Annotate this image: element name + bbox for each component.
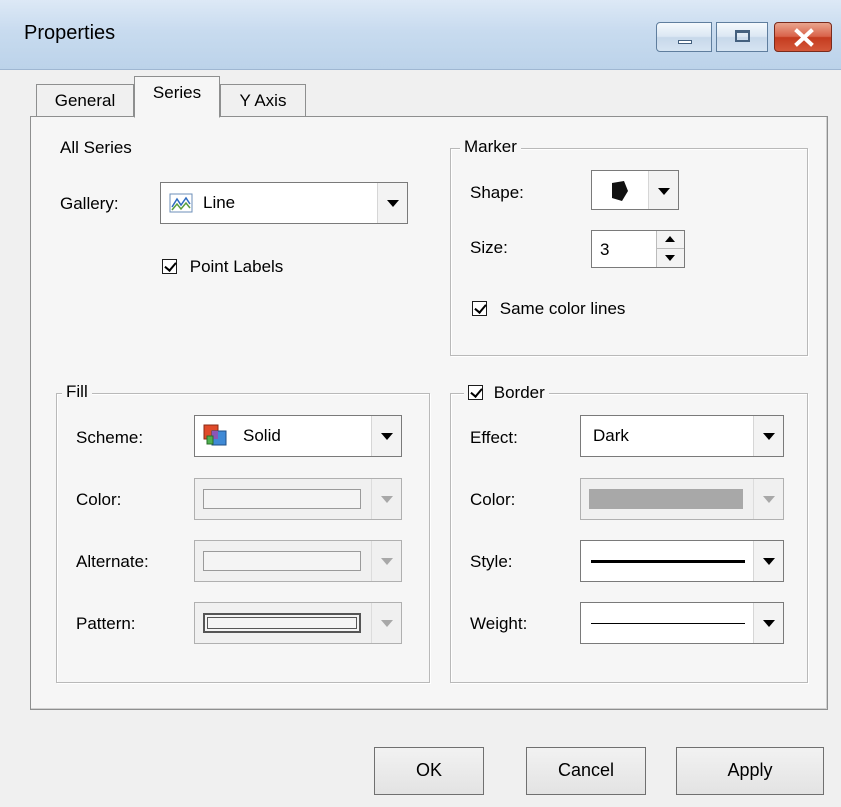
border-legend: Border: [493, 382, 545, 402]
fill-legend: Fill: [62, 382, 92, 402]
effect-label: Effect:: [470, 428, 518, 447]
shape-select[interactable]: [591, 170, 679, 210]
gallery-select[interactable]: Line: [160, 182, 408, 224]
effect-select[interactable]: Dark: [580, 415, 784, 457]
solid-fill-icon: [203, 424, 227, 446]
apply-button[interactable]: Apply: [676, 747, 824, 795]
tab-series[interactable]: Series: [134, 76, 220, 118]
chevron-down-icon: [371, 416, 401, 456]
checkbox-icon: [472, 301, 487, 317]
chevron-down-icon: [648, 171, 678, 209]
alternate-color-swatch: [203, 551, 361, 571]
chevron-down-icon: [665, 255, 675, 261]
maximize-icon: [735, 30, 750, 42]
spin-down-button[interactable]: [656, 249, 684, 267]
chevron-down-icon: [753, 541, 783, 581]
line-style-swatch: [591, 560, 745, 563]
same-color-lines-label: Same color lines: [499, 298, 626, 318]
gallery-value: Line: [203, 193, 236, 212]
close-icon: [794, 28, 814, 47]
size-value: 3: [600, 240, 610, 259]
marker-legend: Marker: [460, 137, 521, 157]
chevron-down-icon: [371, 479, 401, 519]
point-labels-checkbox[interactable]: Point Labels: [162, 256, 283, 277]
weight-label: Weight:: [470, 614, 528, 633]
line-chart-icon: [169, 193, 193, 213]
marker-shape-icon: [612, 181, 628, 201]
pattern-label: Pattern:: [76, 614, 136, 633]
style-select[interactable]: [580, 540, 784, 582]
chevron-up-icon: [665, 236, 675, 242]
minimize-button[interactable]: [656, 22, 712, 52]
minimize-icon: [678, 40, 692, 44]
size-spinner[interactable]: 3: [591, 230, 685, 268]
fill-color-select[interactable]: [194, 478, 402, 520]
border-color-swatch: [589, 489, 743, 509]
close-button[interactable]: [774, 22, 832, 52]
effect-value: Dark: [593, 426, 629, 445]
tab-general[interactable]: General: [36, 84, 134, 116]
fill-color-swatch: [203, 489, 361, 509]
scheme-value: Solid: [243, 426, 281, 445]
maximize-button[interactable]: [716, 22, 768, 52]
ok-button[interactable]: OK: [374, 747, 484, 795]
weight-select[interactable]: [580, 602, 784, 644]
checkbox-icon: [468, 385, 483, 401]
chevron-down-icon: [371, 603, 401, 643]
chevron-down-icon: [753, 603, 783, 643]
chevron-down-icon: [371, 541, 401, 581]
pattern-swatch: [203, 613, 361, 633]
border-checkbox[interactable]: Border: [464, 382, 549, 403]
spin-up-button[interactable]: [656, 231, 684, 249]
cancel-button[interactable]: Cancel: [526, 747, 646, 795]
tab-y-axis[interactable]: Y Axis: [220, 84, 306, 116]
title-bar[interactable]: Properties: [0, 0, 841, 70]
checkbox-icon: [162, 259, 177, 275]
scheme-select[interactable]: Solid: [194, 415, 402, 457]
window-title: Properties: [24, 22, 116, 44]
same-color-lines-checkbox[interactable]: Same color lines: [472, 298, 625, 319]
gallery-label: Gallery:: [60, 194, 119, 213]
fill-color-label: Color:: [76, 490, 122, 509]
shape-label: Shape:: [470, 183, 524, 202]
chevron-down-icon: [753, 479, 783, 519]
pattern-select[interactable]: [194, 602, 402, 644]
point-labels-label: Point Labels: [189, 256, 284, 276]
all-series-heading: All Series: [60, 138, 132, 157]
border-color-label: Color:: [470, 490, 516, 509]
style-label: Style:: [470, 552, 513, 571]
alternate-color-select[interactable]: [194, 540, 402, 582]
line-weight-swatch: [591, 623, 745, 624]
size-label: Size:: [470, 238, 508, 257]
chevron-down-icon: [753, 416, 783, 456]
scheme-label: Scheme:: [76, 428, 144, 447]
chevron-down-icon: [377, 183, 407, 223]
alternate-label: Alternate:: [76, 552, 149, 571]
border-color-select[interactable]: [580, 478, 784, 520]
